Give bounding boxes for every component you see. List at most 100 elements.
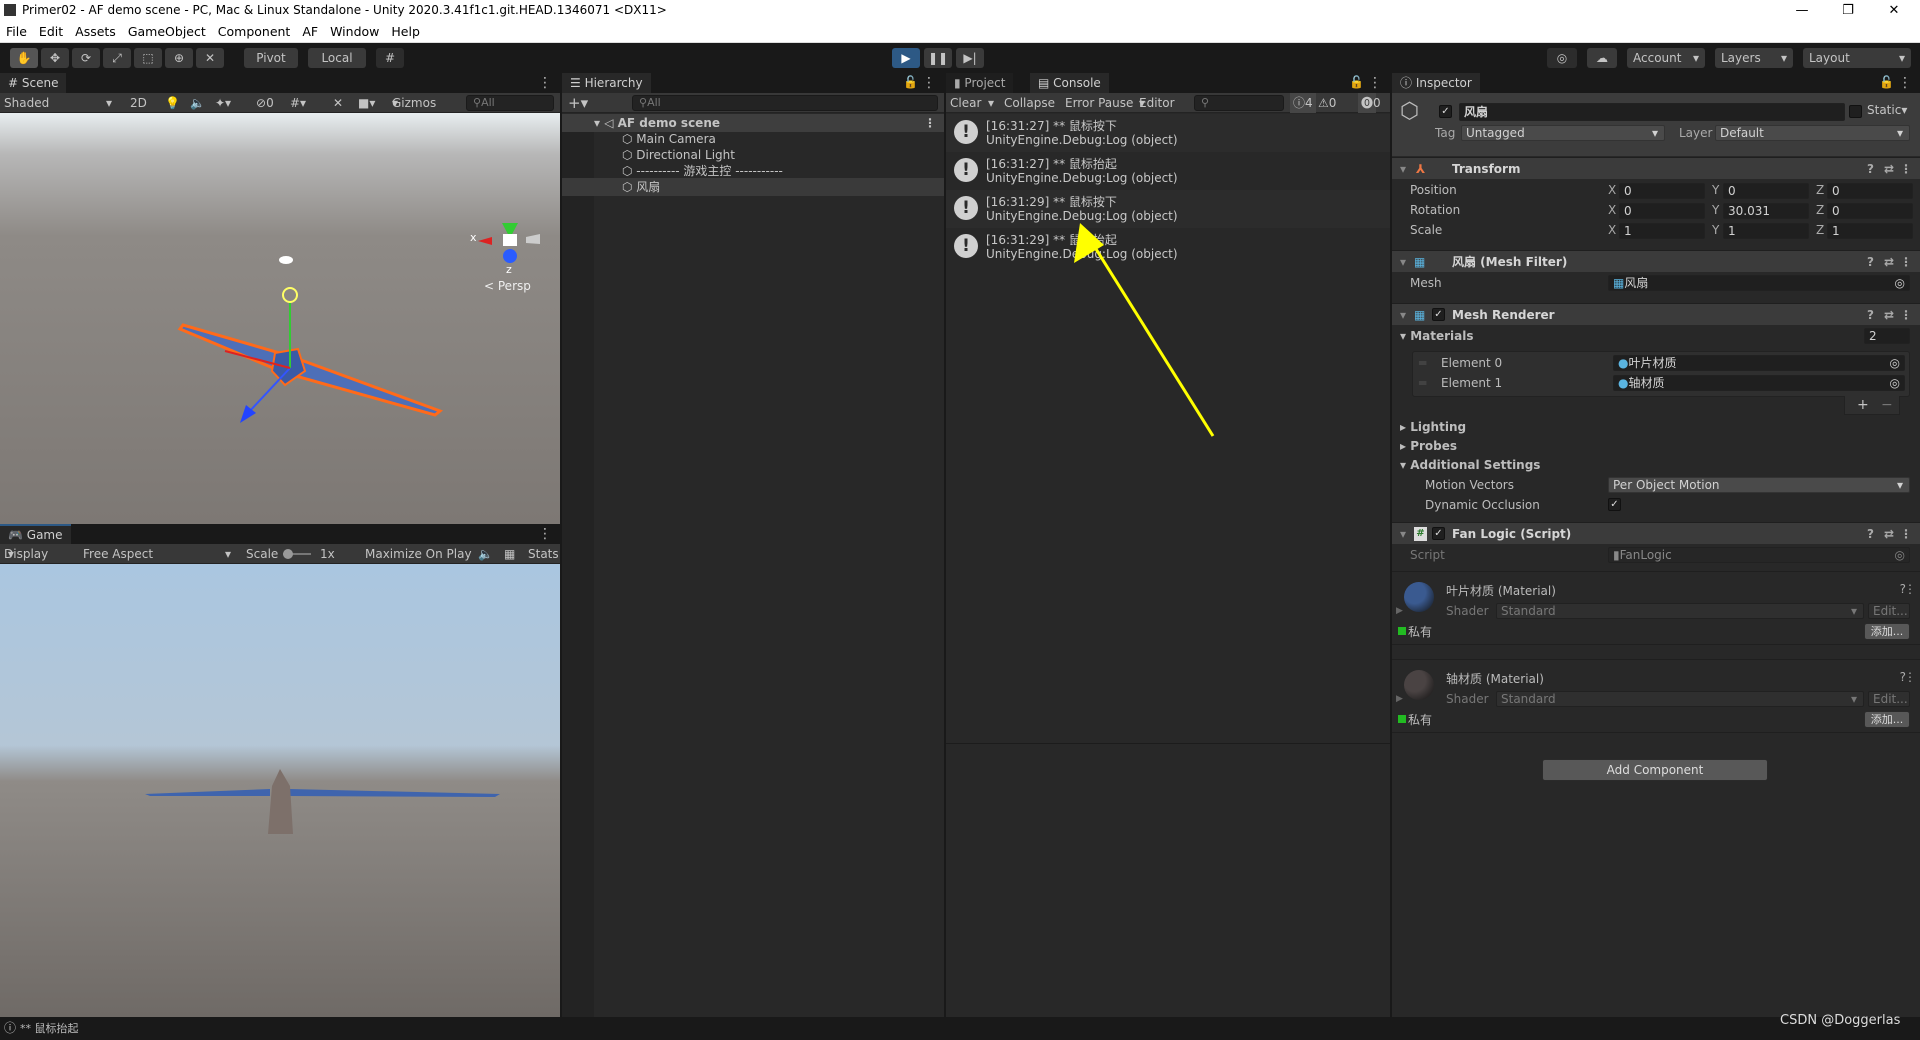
menu-assets[interactable]: Assets (75, 24, 116, 39)
remove-element-button[interactable]: − (1881, 396, 1893, 414)
hand-tool-icon[interactable]: ✋ (10, 48, 38, 68)
rect-tool-icon[interactable]: ⬚ (134, 48, 162, 68)
materials-count-field[interactable]: 2 (1864, 328, 1910, 344)
transform-position-y-field[interactable]: 0 (1723, 183, 1809, 199)
gizmos-dropdown[interactable]: Gizmos ▾ (392, 93, 436, 113)
tab-scene[interactable]: # Scene (0, 73, 67, 93)
mesh-renderer-header[interactable]: ▾ ▦ ✓ Mesh Renderer ? ⇄ ⋮ (1392, 303, 1920, 325)
material-menu-icon[interactable]: ⋮ (1904, 670, 1916, 684)
account-dropdown[interactable]: Account ▾ (1627, 48, 1705, 68)
menu-gameobject[interactable]: GameObject (128, 24, 206, 39)
transform-position-z-field[interactable]: 0 (1827, 183, 1913, 199)
component-menu-icon[interactable]: ⋮ (1900, 158, 1912, 180)
mute-audio-icon[interactable]: 🔈 (478, 544, 493, 564)
transform-rotation-y-field[interactable]: 30.031 (1723, 203, 1809, 219)
menu-window[interactable]: Window (330, 24, 379, 39)
private-checkbox[interactable] (1398, 715, 1406, 723)
grid-icon[interactable]: #▾ (290, 93, 306, 113)
help-icon[interactable]: ? (1867, 523, 1874, 545)
shader-dropdown[interactable]: Standard ▾ (1496, 691, 1864, 707)
inspector-menu-icon[interactable]: ⋮ (1898, 75, 1912, 91)
motion-vectors-dropdown[interactable]: Per Object Motion ▾ (1608, 477, 1910, 493)
stats-toggle[interactable]: Stats (528, 544, 559, 564)
component-menu-icon[interactable]: ⋮ (1900, 523, 1912, 545)
tab-hierarchy[interactable]: ☰ Hierarchy (562, 73, 651, 93)
presets-icon[interactable]: ⇄ (1884, 304, 1894, 326)
audio-toggle-icon[interactable]: 🔈 (190, 93, 205, 113)
add-element-button[interactable]: + (1857, 396, 1869, 414)
presets-icon[interactable]: ⇄ (1884, 523, 1894, 545)
layer-dropdown[interactable]: Default ▾ (1715, 125, 1910, 141)
expand-icon[interactable]: ▶ (1396, 694, 1403, 704)
fan-logic-header[interactable]: ▾ # ✓ Fan Logic (Script) ? ⇄ ⋮ (1392, 522, 1920, 544)
collab-icon[interactable]: ◎ (1547, 48, 1577, 68)
lighting-toggle-icon[interactable]: 💡 (165, 93, 180, 113)
lighting-foldout[interactable]: ▸ Lighting (1400, 420, 1466, 434)
fan-logic-enabled-checkbox[interactable]: ✓ (1432, 527, 1445, 540)
transform-scale-z-field[interactable]: 1 (1827, 223, 1913, 239)
transform-header[interactable]: ▾ ⅄ Transform ? ⇄ ⋮ (1392, 157, 1920, 179)
material-add-button[interactable]: 添加... (1864, 623, 1910, 640)
hierarchy-search[interactable]: ⚲ All (632, 95, 938, 111)
game-menu-icon[interactable]: ⋮ (538, 526, 552, 542)
rotate-tool-icon[interactable]: ⟳ (72, 48, 100, 68)
layout-dropdown[interactable]: Layout ▾ (1803, 48, 1911, 68)
help-icon[interactable]: ? (1867, 158, 1874, 180)
help-icon[interactable]: ? (1867, 304, 1874, 326)
maximize-on-play-toggle[interactable]: Maximize On Play (365, 544, 472, 564)
active-checkbox[interactable]: ✓ (1439, 105, 1452, 118)
tab-game[interactable]: 🎮 Game (0, 524, 71, 544)
hidden-objects-icon[interactable]: ⊘ 0 (256, 93, 274, 113)
scale-slider-thumb[interactable] (283, 549, 293, 559)
menu-edit[interactable]: Edit (39, 24, 63, 39)
grid-snap-icon[interactable]: # (376, 48, 404, 68)
menu-file[interactable]: File (6, 24, 27, 39)
custom-tool-icon[interactable]: ✕ (196, 48, 224, 68)
mesh-renderer-enabled-checkbox[interactable]: ✓ (1432, 308, 1445, 321)
close-button[interactable]: ✕ (1874, 0, 1914, 21)
expand-icon[interactable]: ▶ (1396, 606, 1403, 616)
transform-position-x-field[interactable]: 0 (1619, 183, 1705, 199)
presets-icon[interactable]: ⇄ (1884, 251, 1894, 273)
additional-settings-foldout[interactable]: ▾ Additional Settings (1400, 458, 1540, 472)
transform-scale-y-field[interactable]: 1 (1723, 223, 1809, 239)
lock-icon[interactable]: 🔓 (1879, 75, 1894, 89)
material-menu-icon[interactable]: ⋮ (1904, 582, 1916, 596)
display-dropdown[interactable]: Display 1 ▾ (4, 544, 48, 581)
camera-icon[interactable]: ■▾ (358, 93, 375, 113)
minimize-button[interactable]: — (1782, 0, 1822, 21)
material-add-button[interactable]: 添加... (1864, 711, 1910, 728)
shader-dropdown[interactable]: Standard ▾ (1496, 603, 1864, 619)
menu-af[interactable]: AF (302, 24, 318, 39)
component-menu-icon[interactable]: ⋮ (1900, 304, 1912, 326)
mesh-filter-header[interactable]: ▾ ▦ 风扇 (Mesh Filter) ? ⇄ ⋮ (1392, 250, 1920, 272)
element-0-field[interactable]: ●叶片材质 ◎ (1613, 355, 1905, 371)
cloud-icon[interactable]: ☁ (1587, 48, 1617, 68)
move-tool-icon[interactable]: ✥ (41, 48, 69, 68)
play-button[interactable]: ▶ (892, 48, 920, 68)
drag-handle-icon[interactable]: ═ (1419, 376, 1426, 390)
tab-inspector[interactable]: ⓘ Inspector (1392, 73, 1480, 93)
layers-dropdown[interactable]: Layers ▾ (1715, 48, 1793, 68)
transform-tool-icon[interactable]: ⊕ (165, 48, 193, 68)
game-viewport[interactable] (0, 564, 560, 1017)
add-component-button[interactable]: Add Component (1542, 759, 1768, 781)
shader-edit-button[interactable]: Edit... (1868, 691, 1910, 707)
materials-foldout[interactable]: ▾ Materials (1400, 329, 1474, 343)
private-checkbox[interactable] (1398, 627, 1406, 635)
effects-icon[interactable]: ✦▾ (215, 93, 231, 113)
pause-button[interactable]: ❚❚ (924, 48, 952, 68)
maximize-button[interactable]: ❐ (1828, 0, 1868, 21)
mesh-field[interactable]: ▦风扇 ◎ (1608, 275, 1910, 291)
local-toggle[interactable]: Local (308, 48, 366, 68)
name-field[interactable]: 风扇 (1459, 103, 1845, 121)
pivot-toggle[interactable]: Pivot (244, 48, 298, 68)
persp-label[interactable]: < Persp (484, 279, 531, 293)
shader-edit-button[interactable]: Edit... (1868, 603, 1910, 619)
drag-handle-icon[interactable]: ═ (1419, 356, 1426, 370)
hierarchy-menu-icon[interactable]: ⋮ (922, 75, 936, 91)
presets-icon[interactable]: ⇄ (1884, 158, 1894, 180)
console-splitter[interactable] (946, 743, 1390, 744)
static-dropdown[interactable]: Static▾ (1867, 103, 1907, 117)
menu-help[interactable]: Help (391, 24, 420, 39)
